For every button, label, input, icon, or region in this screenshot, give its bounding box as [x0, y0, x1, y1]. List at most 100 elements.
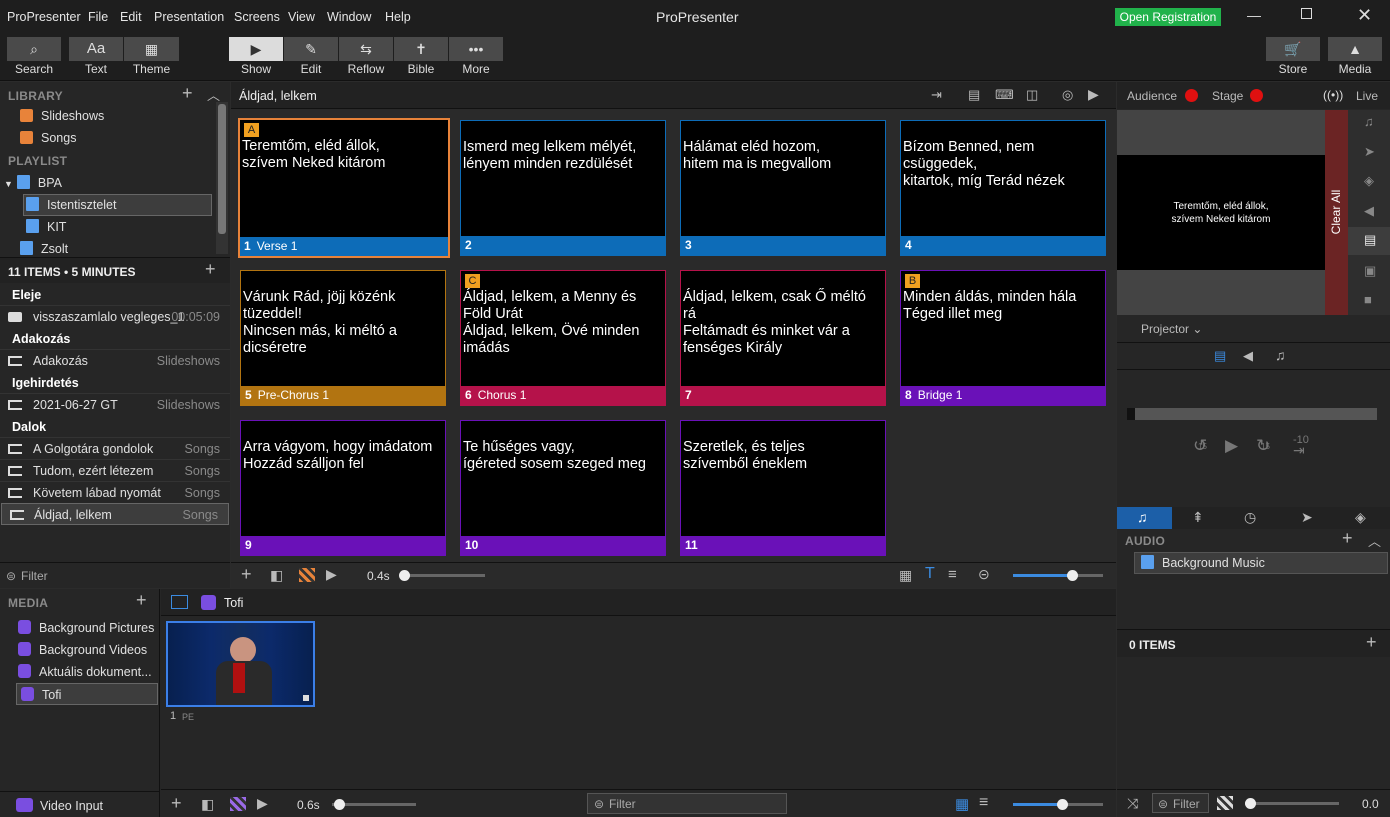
media-speed-slider[interactable] — [332, 799, 416, 810]
media-zoom-slider[interactable] — [1013, 799, 1103, 810]
audio-tab-icon[interactable]: ♫ — [1275, 347, 1286, 363]
list-view-icon[interactable]: ≡ — [948, 566, 957, 583]
theme-button[interactable]: ▦ — [124, 37, 179, 61]
media-button[interactable]: ▲ — [1328, 37, 1382, 61]
library-item-slideshows[interactable]: Slideshows — [20, 106, 104, 126]
shuffle-icon[interactable]: ⤨ — [1127, 795, 1138, 812]
open-registration-button[interactable]: Open Registration — [1115, 8, 1221, 26]
menu-app[interactable]: ProPresenter — [7, 10, 81, 24]
media-item-tofi[interactable]: Tofi — [16, 683, 158, 705]
bible-button[interactable]: ✝ — [394, 37, 448, 61]
playlist-filter[interactable]: ⊜ Filter — [0, 562, 230, 588]
menu-view[interactable]: View — [288, 10, 315, 24]
playlist-item-zsolt[interactable]: Zsolt — [20, 239, 68, 255]
layout-icon[interactable]: ◧ — [201, 796, 214, 813]
slide-3[interactable]: Hálámat eléd hozom, hitem ma is megvallo… — [680, 120, 886, 256]
sidebar-toggle-icon[interactable] — [171, 595, 188, 609]
zoom-slider[interactable] — [1013, 570, 1103, 581]
playlist-row[interactable]: Tudom, ezért létezem Songs — [0, 459, 230, 481]
maximize-icon[interactable] — [1301, 8, 1312, 19]
media-item-background-pictures[interactable]: Background Pictures — [18, 617, 154, 639]
next-icon[interactable]: ▶ — [1088, 86, 1099, 103]
grid-view-icon[interactable]: ▦ — [899, 567, 912, 584]
show-button[interactable]: ▶ — [229, 37, 283, 61]
transition-icon[interactable] — [299, 568, 315, 582]
edit-button[interactable]: ✎ — [284, 37, 338, 61]
stage-layers-icon[interactable]: ◈ — [1355, 509, 1366, 526]
announce-icon[interactable]: ◀ — [1364, 203, 1374, 219]
playlist-row[interactable]: 2021-06-27 GT Slideshows — [0, 393, 230, 415]
search-button[interactable]: ⌕ — [7, 37, 61, 61]
menu-screens[interactable]: Screens — [234, 10, 280, 24]
slide-7[interactable]: Áldjad, lelkem, csak Ő méltó rá Feltámad… — [680, 270, 886, 406]
slides-tab-icon[interactable]: ▤ — [1214, 348, 1226, 364]
media-thumbnail[interactable] — [166, 621, 315, 707]
go-next-icon[interactable]: ▶ — [326, 566, 337, 583]
volume-slider[interactable] — [1245, 798, 1339, 809]
add-library-icon[interactable]: + — [182, 83, 193, 104]
slide-10[interactable]: Te hűséges vagy, ígéreted sosem szeged m… — [460, 420, 666, 556]
slide-8[interactable]: B Minden áldás, minden hála Téged illet m… — [900, 270, 1106, 406]
slide-1[interactable]: A Teremtőm, eléd állok, szívem Neked kitá… — [238, 118, 450, 258]
add-item-icon[interactable]: + — [205, 259, 216, 280]
add-media-item-icon[interactable]: + — [171, 793, 182, 814]
slide-4[interactable]: Bízom Benned, nem csüggedek, kitartok, m… — [900, 120, 1106, 256]
play-icon[interactable]: ▶ — [1225, 436, 1238, 456]
playlist-row[interactable]: visszaszamlalo vegleges_1 00:05:09 — [0, 305, 230, 327]
slide-6[interactable]: C Áldjad, lelkem, a Menny és Föld Urát Ál… — [460, 270, 666, 406]
slide-2[interactable]: Ismerd meg lelkem mélyét, lényem minden … — [460, 120, 666, 256]
add-audio-item-icon[interactable]: + — [1366, 632, 1377, 653]
menu-edit[interactable]: Edit — [120, 10, 142, 24]
close-icon[interactable]: ✕ — [1357, 5, 1372, 26]
layout-icon[interactable]: ◧ — [270, 567, 283, 584]
macro-icon[interactable]: ⇥ — [931, 87, 942, 103]
library-item-songs[interactable]: Songs — [20, 128, 76, 148]
speed-slider[interactable] — [399, 570, 485, 581]
media-item-aktualis[interactable]: Aktuális dokument... — [18, 661, 152, 683]
video-input-row[interactable]: Video Input — [0, 791, 160, 817]
add-slide-icon[interactable]: + — [241, 564, 252, 585]
audio-item-background-music[interactable]: Background Music — [1134, 552, 1388, 574]
add-media-icon[interactable]: + — [136, 590, 147, 611]
audience-status-icon[interactable] — [1185, 89, 1198, 102]
store-button[interactable]: 🛒 — [1266, 37, 1320, 61]
media-grid-view-icon[interactable]: ▦ — [955, 795, 969, 813]
collapse-audio-icon[interactable]: ︿ — [1368, 531, 1381, 550]
projector-dropdown[interactable]: Projector ⌄ — [1141, 322, 1202, 336]
media-filter[interactable]: ⊜ Filter — [587, 793, 787, 814]
calendar-icon[interactable]: ▤ — [968, 87, 980, 103]
media-layer-icon[interactable]: ▣ — [1364, 263, 1376, 279]
transition-icon[interactable] — [230, 797, 246, 811]
keyboard-icon[interactable]: ⌨ — [995, 87, 1014, 103]
record-icon[interactable]: ◎ — [1062, 87, 1073, 103]
more-button[interactable]: ••• — [449, 37, 503, 61]
playlist-row[interactable]: Adakozás Slideshows — [0, 349, 230, 371]
transport-progress[interactable] — [1127, 408, 1377, 420]
clear-all-button[interactable]: Clear All — [1325, 110, 1348, 315]
props-icon[interactable]: ⇞ — [1192, 509, 1204, 526]
menu-presentation[interactable]: Presentation — [154, 10, 224, 24]
music-icon[interactable]: ♫ — [1364, 114, 1374, 129]
video-layer-icon[interactable]: ■ — [1364, 292, 1372, 307]
timer-icon[interactable]: ◷ — [1244, 509, 1256, 526]
jump-back-icon[interactable]: ⇥ — [1293, 442, 1305, 459]
transition-icon[interactable] — [1217, 796, 1233, 810]
menu-window[interactable]: Window — [327, 10, 371, 24]
message-icon[interactable]: ➤ — [1301, 509, 1313, 526]
menu-file[interactable]: File — [88, 10, 108, 24]
media-list-view-icon[interactable]: ≡ — [979, 794, 988, 812]
send-icon[interactable]: ➤ — [1364, 144, 1375, 160]
layers-icon[interactable]: ◈ — [1364, 173, 1374, 189]
playlist-folder-bpa[interactable]: ▼ BPA — [4, 173, 62, 193]
go-next-icon[interactable]: ▶ — [257, 795, 268, 812]
playlist-row-selected[interactable]: Áldjad, lelkem Songs — [1, 503, 229, 525]
split-icon[interactable]: ◫ — [1026, 87, 1038, 103]
playlist-item-istentisztelet[interactable]: Istentisztelet — [26, 195, 116, 215]
announce-tab-icon[interactable]: ◀ — [1243, 348, 1253, 364]
options-icon[interactable]: ⊝ — [978, 566, 990, 583]
reflow-button[interactable]: ⇆ — [339, 37, 393, 61]
library-scrollbar[interactable] — [216, 102, 228, 254]
media-item-background-videos[interactable]: Background Videos — [18, 639, 147, 661]
slide-5[interactable]: Várunk Rád, jöjj közénk tüzeddel! Nincse… — [240, 270, 446, 406]
add-audio-icon[interactable]: + — [1342, 528, 1353, 549]
